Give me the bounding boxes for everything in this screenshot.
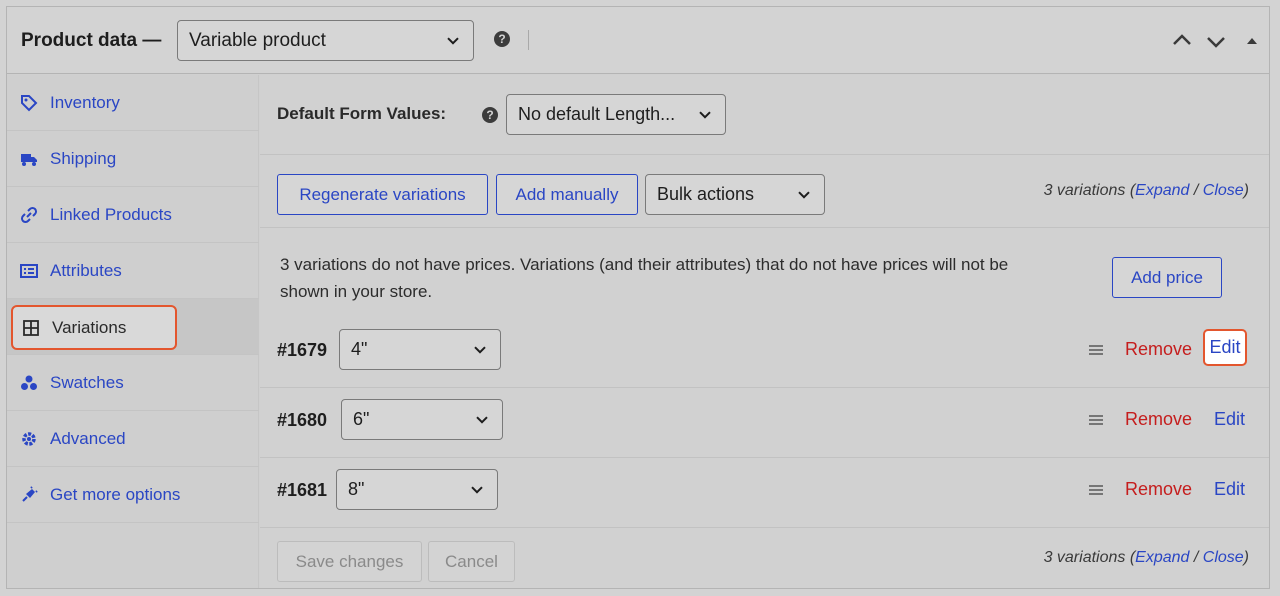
chevron-down-icon bbox=[798, 190, 810, 199]
remove-variation-link[interactable]: Remove bbox=[1125, 479, 1192, 500]
chevron-down-icon bbox=[471, 485, 483, 494]
drag-handle-icon[interactable] bbox=[1088, 344, 1104, 356]
tab-label: Advanced bbox=[50, 428, 126, 448]
expand-link[interactable]: Expand bbox=[1135, 549, 1189, 566]
default-form-row: Default Form Values: ? No default Length… bbox=[260, 75, 1269, 155]
plug-icon bbox=[22, 485, 38, 502]
variation-length-select[interactable]: 8" bbox=[336, 469, 498, 510]
add-manually-button[interactable]: Add manually bbox=[496, 174, 638, 215]
variation-row: #1679 4" Remove Edit bbox=[260, 318, 1269, 388]
swatches-icon bbox=[21, 375, 37, 390]
tab-label: Swatches bbox=[50, 372, 124, 392]
link-icon bbox=[20, 206, 38, 223]
tab-shipping[interactable]: Shipping bbox=[7, 131, 259, 187]
chevron-up-icon[interactable] bbox=[1170, 29, 1194, 53]
bulk-actions-select[interactable]: Bulk actions bbox=[645, 174, 825, 215]
regenerate-variations-button[interactable]: Regenerate variations bbox=[277, 174, 488, 215]
tab-label: Variations bbox=[52, 317, 127, 337]
missing-prices-notice: 3 variations do not have prices. Variati… bbox=[280, 255, 1009, 301]
variation-id: #1680 bbox=[277, 410, 328, 430]
help-icon[interactable]: ? bbox=[494, 31, 510, 47]
tab-get-more-options[interactable]: Get more options bbox=[7, 467, 259, 523]
variation-length-value: 8" bbox=[348, 479, 365, 499]
variations-footer: Save changes Cancel 3 variations (Expand… bbox=[260, 527, 1269, 588]
chevron-down-icon bbox=[699, 110, 711, 119]
drag-handle-icon[interactable] bbox=[1088, 484, 1104, 496]
close-link[interactable]: Close bbox=[1203, 549, 1244, 566]
list-icon bbox=[20, 263, 38, 278]
variations-count: 3 variations (Expand / Close) bbox=[1043, 549, 1249, 566]
variation-length-value: 4" bbox=[351, 339, 368, 359]
bulk-actions-value: Bulk actions bbox=[657, 184, 755, 204]
save-changes-button[interactable]: Save changes bbox=[277, 541, 422, 582]
product-data-panel: Product data — Variable product ? Invent… bbox=[6, 6, 1270, 589]
tab-label: Linked Products bbox=[50, 204, 172, 224]
tab-label: Get more options bbox=[50, 484, 181, 504]
variations-panel: Default Form Values: ? No default Length… bbox=[260, 75, 1269, 588]
variations-count: 3 variations (Expand / Close) bbox=[1043, 182, 1249, 199]
tab-advanced[interactable]: Advanced bbox=[7, 411, 259, 467]
collapse-triangle-icon[interactable] bbox=[1240, 29, 1264, 53]
remove-variation-link[interactable]: Remove bbox=[1125, 339, 1192, 360]
expand-link[interactable]: Expand bbox=[1135, 182, 1189, 199]
cancel-button[interactable]: Cancel bbox=[428, 541, 515, 582]
variation-length-value: 6" bbox=[353, 409, 370, 429]
variation-id: #1679 bbox=[277, 340, 328, 360]
tab-attributes[interactable]: Attributes bbox=[7, 243, 259, 299]
panel-header: Product data — Variable product ? bbox=[7, 7, 1269, 74]
tag-icon bbox=[21, 94, 38, 111]
tab-label: Attributes bbox=[50, 260, 122, 280]
chevron-down-icon bbox=[474, 345, 486, 354]
remove-variation-link[interactable]: Remove bbox=[1125, 409, 1192, 430]
gear-icon bbox=[22, 431, 36, 446]
header-divider bbox=[528, 30, 529, 50]
default-length-select[interactable]: No default Length... bbox=[506, 94, 726, 135]
tab-linked-products[interactable]: Linked Products bbox=[7, 187, 259, 243]
edit-variation-link[interactable]: Edit bbox=[1214, 409, 1245, 430]
product-type-select[interactable]: Variable product bbox=[177, 20, 474, 61]
variation-row: #1680 6" Remove Edit bbox=[260, 388, 1269, 458]
edit-variation-link[interactable]: Edit bbox=[1214, 479, 1245, 500]
sidebar-empty-area bbox=[7, 523, 259, 579]
chevron-down-icon bbox=[447, 36, 459, 45]
default-form-label: Default Form Values: bbox=[277, 104, 447, 123]
tab-variations-highlight[interactable]: Variations bbox=[11, 305, 177, 350]
close-link[interactable]: Close bbox=[1203, 182, 1244, 199]
variation-row: #1681 8" Remove Edit bbox=[260, 458, 1269, 528]
variation-length-select[interactable]: 4" bbox=[339, 329, 501, 370]
tab-swatches[interactable]: Swatches bbox=[7, 355, 259, 411]
chevron-down-icon bbox=[476, 415, 488, 424]
add-price-button[interactable]: Add price bbox=[1112, 257, 1222, 298]
help-icon[interactable]: ? bbox=[482, 107, 498, 123]
edit-variation-link[interactable]: Edit bbox=[1203, 329, 1247, 366]
variation-length-select[interactable]: 6" bbox=[341, 399, 503, 440]
grid-icon bbox=[23, 319, 39, 336]
tab-inventory[interactable]: Inventory bbox=[7, 75, 259, 131]
chevron-down-icon[interactable] bbox=[1204, 29, 1228, 53]
product-type-value: Variable product bbox=[189, 29, 326, 51]
tab-label: Shipping bbox=[50, 148, 117, 168]
panel-title: Product data — bbox=[21, 30, 162, 51]
drag-handle-icon[interactable] bbox=[1088, 414, 1104, 426]
variation-id: #1681 bbox=[277, 480, 328, 500]
truck-icon bbox=[21, 153, 37, 166]
default-length-value: No default Length... bbox=[518, 104, 676, 124]
variation-actions-row: Regenerate variations Add manually Bulk … bbox=[260, 156, 1269, 228]
tab-label: Inventory bbox=[50, 92, 120, 112]
